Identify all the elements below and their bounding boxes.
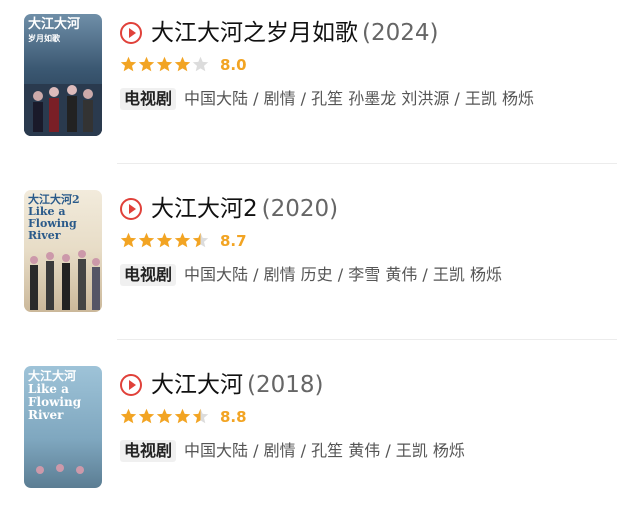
poster-lettering: 大江大河2 Like a Flowing River: [28, 193, 80, 242]
star-rating: [120, 408, 210, 426]
star-icon: [156, 408, 173, 424]
item-title[interactable]: 大江大河2 (2020): [151, 194, 338, 224]
type-badge: 电视剧: [120, 264, 177, 286]
list-item[interactable]: 大江大河 Like a Flowing River 大江大河 (2018) 8.8 电视…: [0, 352, 640, 512]
divider: [117, 339, 617, 340]
star-icon: [120, 232, 137, 248]
item-meta: 电视剧 中国大陆 / 剧情 / 孔笙 孙墨龙 刘洪源 / 王凯 杨烁: [120, 88, 534, 110]
type-badge: 电视剧: [120, 88, 177, 110]
people-silhouette-icon: [24, 84, 102, 136]
poster-image[interactable]: 大江大河 Like a Flowing River: [24, 366, 102, 488]
star-rating: [120, 56, 210, 74]
people-silhouette-icon: [30, 250, 100, 310]
rating-score: 8.8: [220, 408, 247, 426]
star-rating: [120, 232, 210, 250]
play-icon[interactable]: [120, 374, 142, 396]
poster-lettering: 大江大河 岁月如歌: [28, 17, 81, 43]
star-icon: [120, 56, 137, 72]
star-icon: [138, 408, 155, 424]
poster-image[interactable]: 大江大河2 Like a Flowing River: [24, 190, 102, 312]
item-title[interactable]: 大江大河之岁月如歌 (2024): [151, 18, 438, 48]
star-icon: [156, 56, 173, 72]
divider: [117, 163, 617, 164]
star-icon: [156, 232, 173, 248]
list-item[interactable]: 大江大河 岁月如歌 大江大河之岁月如歌 (2024) 8.0 电视剧 中国大陆 / 剧…: [0, 0, 640, 160]
rating-score: 8.0: [220, 56, 247, 74]
item-meta: 电视剧 中国大陆 / 剧情 历史 / 李雪 黄伟 / 王凯 杨烁: [120, 264, 502, 286]
list-item[interactable]: 大江大河2 Like a Flowing River 大江大河2 (2020) 8.7 …: [0, 176, 640, 336]
poster-image[interactable]: 大江大河 岁月如歌: [24, 14, 102, 136]
star-icon: [138, 232, 155, 248]
star-icon: [120, 408, 137, 424]
item-title[interactable]: 大江大河 (2018): [151, 370, 323, 400]
star-icon: [174, 408, 191, 424]
star-icon: [174, 56, 191, 72]
star-icon: [192, 408, 209, 424]
star-icon: [192, 56, 209, 72]
rating-score: 8.7: [220, 232, 247, 250]
poster-lettering: 大江大河 Like a Flowing River: [28, 369, 82, 422]
star-icon: [192, 232, 209, 248]
play-icon[interactable]: [120, 198, 142, 220]
star-icon: [138, 56, 155, 72]
star-icon: [174, 232, 191, 248]
people-silhouette-icon: [36, 464, 84, 474]
play-icon[interactable]: [120, 22, 142, 44]
